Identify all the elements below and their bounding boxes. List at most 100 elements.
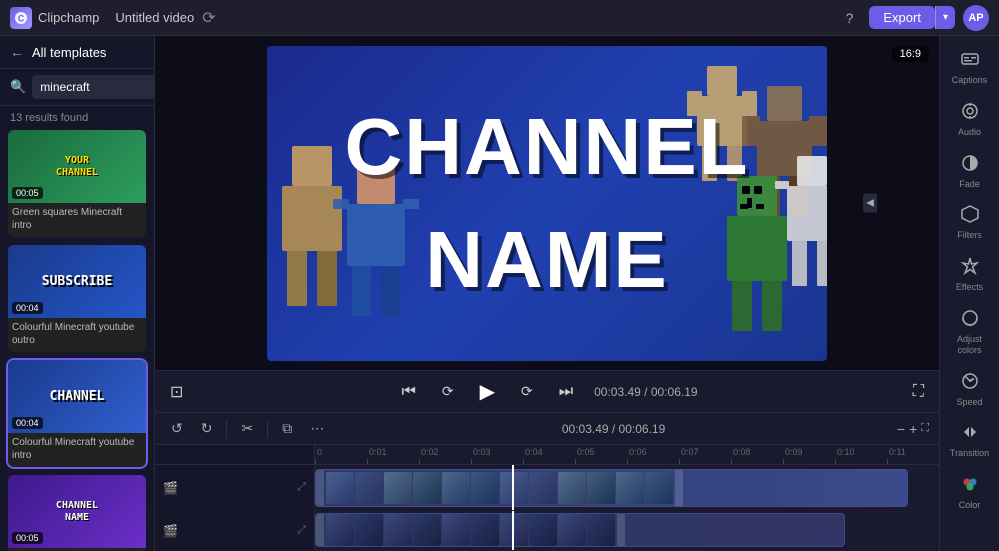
- main-layout: ← All templates 🔍 ⊞ 13 results found YOU…: [0, 36, 999, 551]
- cut-button[interactable]: ✂: [235, 417, 259, 440]
- search-input[interactable]: [32, 75, 155, 99]
- zoom-out-button[interactable]: −: [897, 421, 905, 437]
- template-duration-1: 00:05: [12, 187, 43, 199]
- captions-label: Captions: [952, 75, 988, 86]
- timeline-track-video: 🎬 ⤢: [155, 465, 939, 511]
- audio-frame: [442, 514, 470, 546]
- track-expand-icon[interactable]: ⤢: [297, 481, 306, 494]
- audio-icon: [961, 102, 979, 125]
- back-button[interactable]: ←: [10, 44, 24, 60]
- results-text: 13 results found: [0, 106, 154, 130]
- timecode-center: 00:03.49 / 00:06.19: [336, 420, 891, 438]
- clip-frame: [587, 472, 615, 504]
- search-icon: 🔍: [10, 79, 26, 95]
- export-button[interactable]: Export: [869, 6, 935, 29]
- right-tool-speed[interactable]: Speed: [944, 366, 996, 414]
- zoom-controls: − + ⛶: [897, 421, 929, 437]
- filters-label: Filters: [957, 230, 982, 241]
- speed-icon: [961, 372, 979, 395]
- template-card-2[interactable]: SUBSCRIBE 00:04 Colourful Minecraft yout…: [8, 245, 146, 352]
- video-preview: CHANNEL NAME: [267, 46, 827, 361]
- center-area: 16:9: [155, 36, 939, 551]
- expand-button[interactable]: ⛶: [908, 381, 929, 403]
- audio-clip-handle-left[interactable]: [316, 514, 324, 546]
- right-tool-effects[interactable]: Effects: [944, 251, 996, 299]
- fade-label: Fade: [959, 179, 980, 190]
- audio-frame: [384, 514, 412, 546]
- sidebar-title: All templates: [32, 45, 106, 60]
- video-track-icon: 🎬: [163, 481, 178, 495]
- forward-button[interactable]: ⟳: [516, 381, 538, 402]
- audio-frame: [529, 514, 557, 546]
- crop-control-button[interactable]: ⊡: [165, 380, 188, 404]
- play-button[interactable]: ▶: [475, 377, 500, 406]
- right-tool-transition[interactable]: Transition: [944, 417, 996, 465]
- template-label-2: Colourful Minecraft youtube outro: [8, 318, 146, 352]
- right-tool-audio[interactable]: Audio: [944, 96, 996, 144]
- undo-button[interactable]: ↺: [165, 417, 189, 440]
- skip-back-button[interactable]: ⏮: [396, 381, 420, 403]
- help-button[interactable]: ?: [838, 6, 862, 30]
- timecode-display: 00:03.49 / 00:06.19: [594, 385, 697, 399]
- clip-frame: [413, 472, 441, 504]
- more-options-button[interactable]: ⋯: [304, 417, 330, 440]
- skip-forward-button[interactable]: ⏭: [554, 381, 578, 403]
- speed-label: Speed: [956, 397, 982, 408]
- toolbar-separator-2: [267, 420, 268, 438]
- track-expand-icon-2[interactable]: ⤢: [297, 524, 306, 537]
- ruler-tick-2: 0:02: [419, 445, 439, 464]
- effects-label: Effects: [956, 282, 983, 293]
- right-tool-filters[interactable]: Filters: [944, 199, 996, 247]
- template-card-1[interactable]: YOURCHANNEL 00:05 Green squares Minecraf…: [8, 130, 146, 237]
- adjust-colors-label: Adjust colors: [952, 334, 988, 356]
- right-tool-captions[interactable]: Captions: [944, 44, 996, 92]
- ruler-tick-8: 0:08: [731, 445, 751, 464]
- right-tool-color[interactable]: Color: [944, 469, 996, 517]
- aspect-ratio-badge: 16:9: [892, 46, 929, 62]
- clip-handle-right[interactable]: [675, 470, 683, 506]
- right-tool-fade[interactable]: Fade: [944, 148, 996, 196]
- template-label-1: Green squares Minecraft intro: [8, 203, 146, 237]
- zoom-fit-button[interactable]: ⛶: [921, 422, 929, 435]
- video-title[interactable]: Untitled video: [115, 10, 194, 25]
- color-label: Color: [959, 500, 981, 511]
- preview-area: 16:9: [155, 36, 939, 370]
- audio-frame: [558, 514, 586, 546]
- clip-frame: [500, 472, 528, 504]
- audio-clip-frames: [324, 514, 617, 546]
- filters-icon: [961, 205, 979, 228]
- redo-button[interactable]: ↻: [195, 417, 219, 440]
- export-dropdown-button[interactable]: ▾: [935, 6, 955, 29]
- duplicate-button[interactable]: ⧉: [276, 417, 298, 440]
- sidebar-header: ← All templates: [0, 36, 154, 69]
- ruler-tick-7: 0:07: [679, 445, 699, 464]
- clip-frame: [616, 472, 644, 504]
- video-clip-1[interactable]: [315, 469, 908, 507]
- timeline-track-audio: 🎬 ⤢: [155, 511, 939, 551]
- right-tool-adjust-colors[interactable]: Adjust colors: [944, 303, 996, 362]
- ruler-gutter: [155, 445, 315, 464]
- template-thumb-1: YOURCHANNEL 00:05: [8, 130, 146, 203]
- user-avatar[interactable]: AP: [963, 5, 989, 31]
- timecode-label: 00:03.49 / 00:06.19: [562, 422, 665, 436]
- track-label-video: 🎬 ⤢: [155, 465, 315, 510]
- tracks-wrapper: 🎬 ⤢: [155, 465, 939, 551]
- clip-frame: [442, 472, 470, 504]
- zoom-in-button[interactable]: +: [909, 421, 917, 437]
- collapse-panel-button[interactable]: ◀: [863, 194, 877, 213]
- audio-clip-handle-right[interactable]: [617, 514, 625, 546]
- template-thumb-3: CHANNEL 00:04: [8, 360, 146, 433]
- clip-frame: [471, 472, 499, 504]
- clip-frame: [384, 472, 412, 504]
- ruler-ticks: 00:010:020:030:040:050:060:070:080:090:1…: [315, 445, 939, 464]
- timeline-section: 00:010:020:030:040:050:060:070:080:090:1…: [155, 445, 939, 551]
- template-card-4[interactable]: CHANNELNAME 00:05 Purple Minecraft youtu…: [8, 475, 146, 551]
- template-card-3[interactable]: CHANNEL 00:04 Colourful Minecraft youtub…: [8, 360, 146, 467]
- rewind-button[interactable]: ⟳: [437, 381, 459, 402]
- clip-handle-left[interactable]: [316, 470, 324, 506]
- audio-clip-1[interactable]: [315, 513, 845, 547]
- captions-icon: [961, 50, 979, 73]
- ruler-tick-10: 0:10: [835, 445, 855, 464]
- fade-icon: [961, 154, 979, 177]
- template-thumb-2: SUBSCRIBE 00:04: [8, 245, 146, 318]
